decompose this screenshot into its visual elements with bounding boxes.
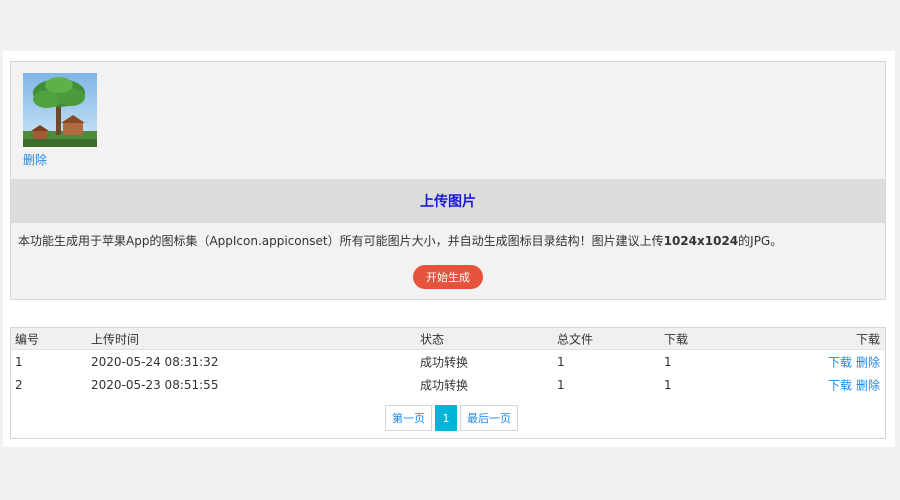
header-total-files: 总文件 xyxy=(557,332,594,346)
table-row: 1 2020-05-24 08:31:32 成功转换 1 1 下载 删除 xyxy=(11,350,885,373)
feature-description: 本功能生成用于苹果App的图标集（AppIcon.appiconset）所有可能… xyxy=(18,232,878,249)
row-total-files: 1 xyxy=(557,354,565,369)
current-page-button[interactable]: 1 xyxy=(435,405,457,431)
download-link[interactable]: 下载 xyxy=(828,378,852,392)
row-id: 2 xyxy=(15,377,23,392)
start-generate-button[interactable]: 开始生成 xyxy=(413,265,483,289)
download-link[interactable]: 下载 xyxy=(828,355,852,369)
description-size: 1024x1024 xyxy=(663,234,739,248)
upload-panel: 删除 上传图片 本功能生成用于苹果App的图标集（AppIcon.appicon… xyxy=(10,61,886,300)
header-status: 状态 xyxy=(420,332,445,346)
page-container: 删除 上传图片 本功能生成用于苹果App的图标集（AppIcon.appicon… xyxy=(3,51,895,447)
thumbnail-delete-link[interactable]: 删除 xyxy=(23,151,47,168)
description-suffix: 的JPG。 xyxy=(738,234,783,248)
delete-link[interactable]: 删除 xyxy=(856,378,880,392)
conversion-table: 编号 上传时间 状态 总文件 下载 下载 1 2020-05-24 08:31:… xyxy=(11,328,885,396)
row-total-files: 1 xyxy=(557,377,565,392)
header-actions: 下载 xyxy=(855,332,880,346)
table-header: 编号 上传时间 状态 总文件 下载 下载 xyxy=(11,328,885,350)
conversion-table-panel: 编号 上传时间 状态 总文件 下载 下载 1 2020-05-24 08:31:… xyxy=(10,327,886,439)
row-id: 1 xyxy=(15,354,23,369)
pagination: 第一页 1 最后一页 xyxy=(385,405,518,431)
upload-image-button[interactable]: 上传图片 xyxy=(420,191,476,211)
row-upload-time: 2020-05-24 08:31:32 xyxy=(91,354,219,369)
row-downloads: 1 xyxy=(664,377,672,392)
header-upload-time: 上传时间 xyxy=(91,332,140,346)
row-actions: 下载 删除 xyxy=(824,376,880,393)
row-upload-time: 2020-05-23 08:51:55 xyxy=(91,377,219,392)
first-page-button[interactable]: 第一页 xyxy=(385,405,432,431)
table-row: 2 2020-05-23 08:51:55 成功转换 1 1 下载 删除 xyxy=(11,373,885,396)
row-status: 成功转换 xyxy=(420,378,469,392)
row-status: 成功转换 xyxy=(420,355,469,369)
uploaded-image-thumbnail[interactable] xyxy=(23,73,97,147)
last-page-button[interactable]: 最后一页 xyxy=(460,405,518,431)
header-id: 编号 xyxy=(15,332,40,346)
delete-link[interactable]: 删除 xyxy=(856,355,880,369)
upload-bar[interactable]: 上传图片 xyxy=(11,179,885,223)
description-text: 本功能生成用于苹果App的图标集（AppIcon.appiconset）所有可能… xyxy=(18,234,664,248)
row-actions: 下载 删除 xyxy=(824,353,880,370)
header-downloads: 下载 xyxy=(664,332,689,346)
row-downloads: 1 xyxy=(664,354,672,369)
